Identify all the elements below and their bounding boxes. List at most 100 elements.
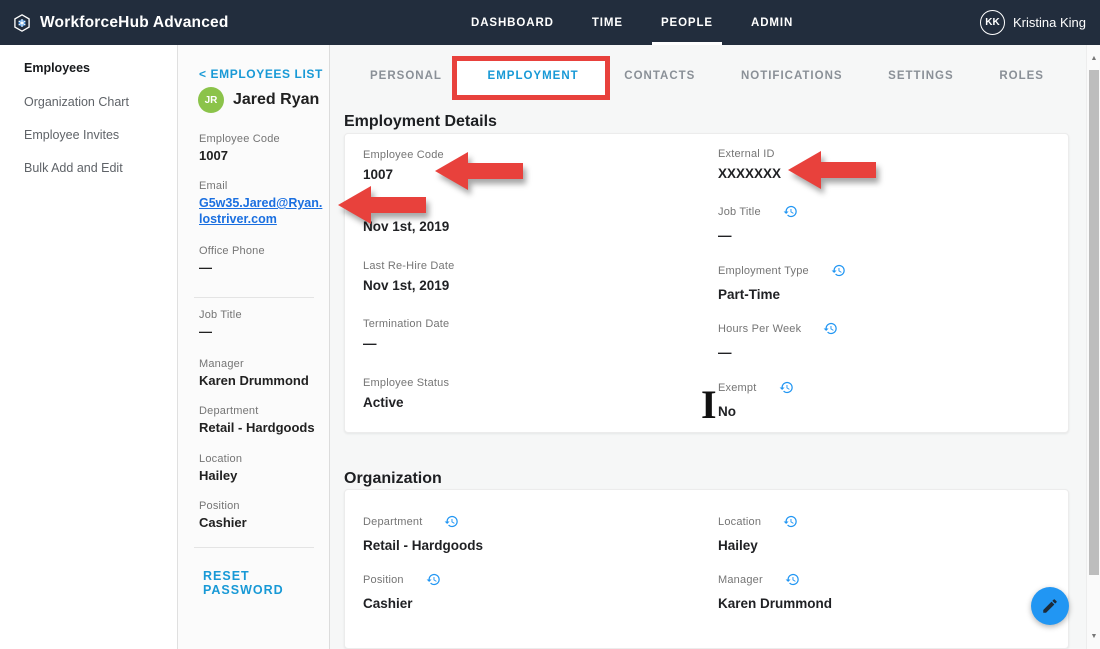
field-label: Employment Type (718, 265, 809, 277)
field-value: 1007 (363, 167, 444, 182)
panel-value-manager: Karen Drummond (199, 373, 325, 388)
tab-roles[interactable]: ROLES (999, 60, 1044, 92)
panel-divider (194, 297, 314, 298)
field-value: Hailey (718, 538, 798, 553)
annotation-arrow-employee-code (435, 152, 523, 190)
field-label: Termination Date (363, 318, 449, 330)
tab-employment[interactable]: EMPLOYMENT (488, 60, 579, 92)
scroll-down-arrow[interactable]: ▼ (1087, 629, 1100, 643)
panel-label-office-phone: Office Phone (199, 245, 265, 257)
panel-label-position: Position (199, 500, 240, 512)
history-icon[interactable] (783, 514, 798, 529)
employee-avatar: JR (198, 87, 224, 113)
main-content: PERSONAL EMPLOYMENT CONTACTS NOTIFICATIO… (330, 45, 1086, 649)
employee-summary-panel: < EMPLOYEES LIST JR Jared Ryan Employee … (178, 45, 330, 649)
field-label: External ID (718, 148, 775, 160)
panel-value-office-phone: — (199, 260, 325, 275)
sidebar: Employees Organization Chart Employee In… (0, 45, 178, 649)
organization-card: Department Retail - Hardgoods Position C… (344, 489, 1069, 649)
organization-title: Organization (344, 470, 442, 488)
history-icon[interactable] (426, 572, 441, 587)
panel-divider (194, 547, 314, 548)
text-cursor-icon: I (701, 381, 717, 428)
app-logo-icon (12, 13, 32, 33)
field-label: Manager (718, 574, 763, 586)
history-icon[interactable] (779, 380, 794, 395)
field-employee-status: Employee Status Active (363, 377, 449, 410)
panel-label-location: Location (199, 453, 242, 465)
top-navigation: DASHBOARD TIME PEOPLE ADMIN (468, 0, 796, 45)
back-to-employees-list-link[interactable]: < EMPLOYEES LIST (199, 67, 323, 81)
history-icon[interactable] (783, 204, 798, 219)
panel-value-employee-code: 1007 (199, 148, 325, 163)
field-org-position: Position Cashier (363, 572, 441, 611)
pencil-icon (1041, 597, 1059, 615)
reset-password-button[interactable]: RESET PASSWORD (203, 569, 329, 597)
field-value: Part-Time (718, 287, 846, 302)
scrollbar-thumb[interactable] (1089, 70, 1099, 575)
field-label: Exempt (718, 382, 757, 394)
vertical-scrollbar[interactable]: ▲ ▼ (1086, 45, 1100, 649)
sidebar-item-employee-invites[interactable]: Employee Invites (0, 120, 178, 150)
tab-settings[interactable]: SETTINGS (888, 60, 954, 92)
annotation-arrow-email (338, 186, 426, 224)
field-org-department: Department Retail - Hardgoods (363, 514, 483, 553)
panel-label-job-title: Job Title (199, 309, 242, 321)
field-label: Hours Per Week (718, 323, 801, 335)
top-bar: WorkforceHub Advanced DASHBOARD TIME PEO… (0, 0, 1100, 45)
field-label: Employee Status (363, 377, 449, 389)
employee-email-link[interactable]: G5w35.Jared@Ryan.lostriver.com (199, 195, 325, 227)
history-icon[interactable] (785, 572, 800, 587)
tab-notifications[interactable]: NOTIFICATIONS (741, 60, 843, 92)
field-label: Employee Code (363, 149, 444, 161)
panel-value-location: Hailey (199, 468, 325, 483)
panel-value-job-title: — (199, 324, 325, 339)
field-label: Position (363, 574, 404, 586)
nav-time[interactable]: TIME (589, 0, 626, 45)
field-exempt: Exempt No (718, 380, 794, 419)
history-icon[interactable] (823, 321, 838, 336)
field-value: No (718, 404, 794, 419)
employment-details-title: Employment Details (344, 113, 497, 131)
field-value: Karen Drummond (718, 596, 832, 611)
field-value: — (363, 336, 449, 351)
sidebar-item-organization-chart[interactable]: Organization Chart (0, 87, 178, 117)
field-value: Cashier (363, 596, 441, 611)
field-employee-code: Employee Code 1007 (363, 149, 444, 182)
field-value: — (718, 345, 838, 360)
scroll-up-arrow[interactable]: ▲ (1087, 51, 1100, 65)
field-hours-per-week: Hours Per Week — (718, 321, 838, 360)
history-icon[interactable] (831, 263, 846, 278)
nav-people[interactable]: PEOPLE (658, 0, 716, 45)
employee-header: JR Jared Ryan (198, 87, 319, 113)
user-name: Kristina King (1013, 15, 1086, 30)
panel-label-manager: Manager (199, 358, 244, 370)
user-avatar: KK (980, 10, 1005, 35)
user-menu[interactable]: KK Kristina King (980, 0, 1086, 45)
sidebar-item-bulk-add-edit[interactable]: Bulk Add and Edit (0, 153, 178, 183)
field-last-rehire-date: Last Re-Hire Date Nov 1st, 2019 (363, 260, 454, 293)
field-label: Department (363, 516, 422, 528)
panel-value-position: Cashier (199, 515, 325, 530)
field-value: Active (363, 395, 449, 410)
field-value: Nov 1st, 2019 (363, 278, 454, 293)
detail-tabs: PERSONAL EMPLOYMENT CONTACTS NOTIFICATIO… (330, 60, 1086, 92)
field-external-id: External ID XXXXXXX (718, 148, 781, 181)
field-value: XXXXXXX (718, 166, 781, 181)
tab-personal[interactable]: PERSONAL (370, 60, 442, 92)
edit-fab-button[interactable] (1031, 587, 1069, 625)
panel-label-employee-code: Employee Code (199, 133, 280, 145)
sidebar-item-employees[interactable]: Employees (0, 53, 178, 83)
nav-admin[interactable]: ADMIN (748, 0, 796, 45)
field-label: Job Title (718, 206, 761, 218)
annotation-arrow-external-id (788, 151, 876, 189)
field-org-location: Location Hailey (718, 514, 798, 553)
field-value: — (718, 228, 798, 243)
field-label: Location (718, 516, 761, 528)
tab-contacts[interactable]: CONTACTS (624, 60, 695, 92)
panel-label-department: Department (199, 405, 258, 417)
panel-value-department: Retail - Hardgoods (199, 420, 325, 435)
history-icon[interactable] (444, 514, 459, 529)
app-brand[interactable]: WorkforceHub Advanced (12, 0, 229, 45)
nav-dashboard[interactable]: DASHBOARD (468, 0, 557, 45)
